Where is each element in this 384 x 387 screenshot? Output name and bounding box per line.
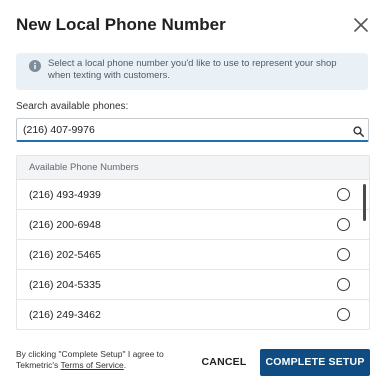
radio-button[interactable] xyxy=(337,218,350,231)
search-icon[interactable] xyxy=(353,124,364,137)
info-text: Select a local phone number you'd like t… xyxy=(48,58,337,81)
table-header: Available Phone Numbers xyxy=(17,156,369,180)
agreement-text: By clicking "Complete Setup" I agree to … xyxy=(16,349,186,371)
info-banner: Select a local phone number you'd like t… xyxy=(16,53,368,90)
search-label: Search available phones: xyxy=(16,101,129,112)
cancel-button[interactable]: CANCEL xyxy=(196,349,252,375)
phone-number: (216) 200-6948 xyxy=(29,219,101,231)
table-row[interactable]: (216) 200-6948 xyxy=(17,210,369,240)
phone-number: (216) 204-5335 xyxy=(29,279,101,291)
dialog-title: New Local Phone Number xyxy=(16,15,226,34)
phone-numbers-table: Available Phone Numbers (216) 493-4939 (… xyxy=(16,155,370,330)
new-phone-number-dialog: New Local Phone Number Select a local ph… xyxy=(0,0,384,387)
agreement-suffix: . xyxy=(123,360,127,370)
table-rows: (216) 493-4939 (216) 200-6948 (216) 202-… xyxy=(17,180,369,329)
table-row[interactable]: (216) 249-3462 xyxy=(17,300,369,329)
phone-number: (216) 249-3462 xyxy=(29,309,101,321)
close-icon[interactable] xyxy=(350,14,372,36)
radio-button[interactable] xyxy=(337,308,350,321)
table-row[interactable]: (216) 204-5335 xyxy=(17,270,369,300)
terms-of-service-link[interactable]: Terms of Service xyxy=(60,360,123,370)
radio-button[interactable] xyxy=(337,188,350,201)
radio-button[interactable] xyxy=(337,278,350,291)
radio-button[interactable] xyxy=(337,248,350,261)
phone-number: (216) 493-4939 xyxy=(29,189,101,201)
search-input[interactable] xyxy=(23,119,343,141)
search-field[interactable] xyxy=(16,118,369,142)
table-row[interactable]: (216) 202-5465 xyxy=(17,240,369,270)
complete-setup-button[interactable]: COMPLETE SETUP xyxy=(260,349,370,376)
phone-number: (216) 202-5465 xyxy=(29,249,101,261)
info-icon xyxy=(29,59,41,72)
table-row[interactable]: (216) 493-4939 xyxy=(17,180,369,210)
scrollbar[interactable] xyxy=(363,184,366,221)
dialog-header: New Local Phone Number xyxy=(16,14,372,38)
